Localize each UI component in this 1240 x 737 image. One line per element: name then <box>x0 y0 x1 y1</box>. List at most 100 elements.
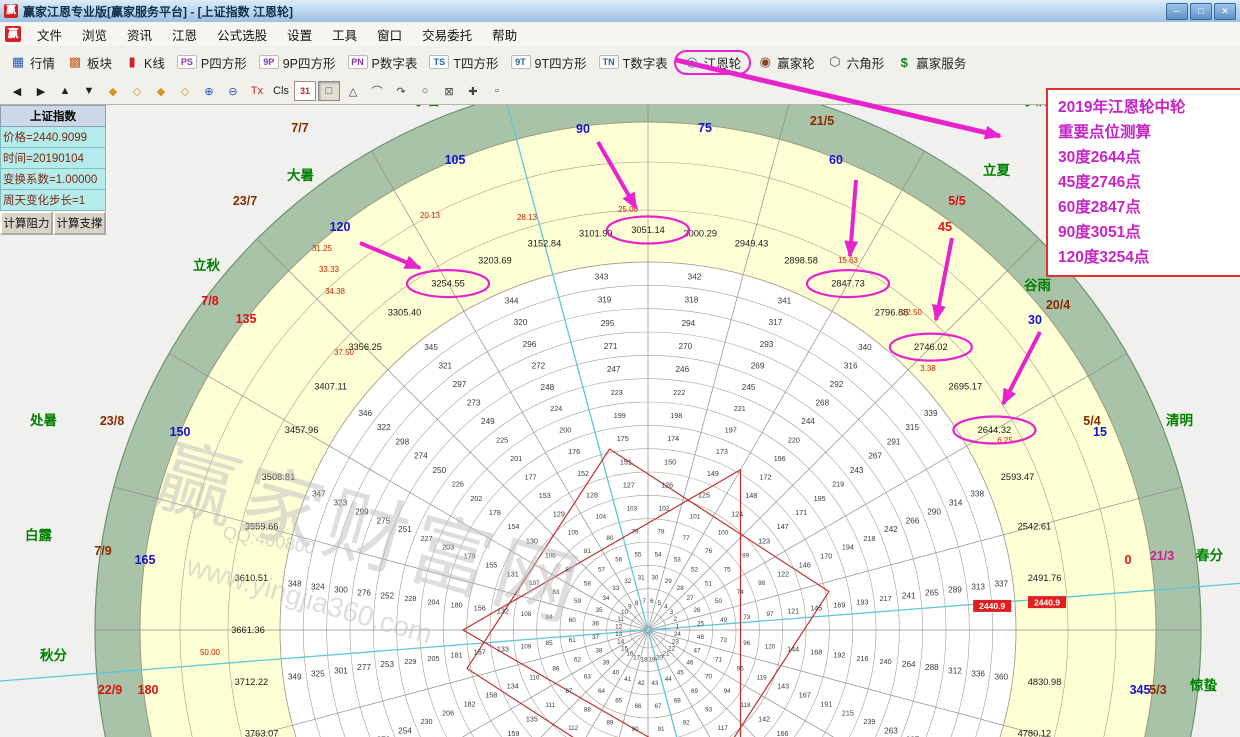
svg-text:8: 8 <box>635 600 639 607</box>
svg-text:228: 228 <box>404 594 416 603</box>
drawtool-text-tool[interactable]: Tx <box>246 81 268 101</box>
svg-text:202: 202 <box>470 494 482 503</box>
svg-text:55: 55 <box>635 552 643 559</box>
toolbar-p-table[interactable]: PNP数字表 <box>342 50 424 75</box>
svg-text:3203.69: 3203.69 <box>478 255 512 265</box>
winner-service-icon: $ <box>896 55 912 70</box>
drawtool-diamond-1[interactable]: ◆ <box>102 81 124 101</box>
svg-text:3051.14: 3051.14 <box>631 225 665 235</box>
svg-text:120: 120 <box>330 220 351 234</box>
svg-text:12.50: 12.50 <box>902 308 923 317</box>
svg-text:21/5: 21/5 <box>810 114 834 128</box>
drawtool-triangle-tool[interactable]: △ <box>342 81 364 101</box>
svg-text:37.50: 37.50 <box>334 348 355 357</box>
calc-support-button[interactable]: 计算支撑 <box>53 211 106 235</box>
menu-item-7[interactable]: 窗口 <box>367 22 412 47</box>
toolbar-p-square[interactable]: PSP四方形 <box>171 50 253 75</box>
svg-text:263: 263 <box>884 727 898 736</box>
svg-text:69: 69 <box>691 688 699 695</box>
drawtool-boxx-tool[interactable]: ⊠ <box>438 81 460 101</box>
drawtool-rect-tool[interactable]: □ <box>318 81 340 101</box>
9t-square-label: 9T四方形 <box>535 53 587 72</box>
quotes-label: 行情 <box>30 53 55 72</box>
toolbar-t-square[interactable]: TST四方形 <box>423 50 504 75</box>
svg-text:2440.9: 2440.9 <box>979 601 1005 611</box>
svg-text:218: 218 <box>863 534 875 543</box>
toolbar-sectors[interactable]: ▩板块 <box>61 50 118 75</box>
svg-text:250: 250 <box>433 466 447 475</box>
svg-text:44: 44 <box>665 676 673 683</box>
close-button[interactable]: ✕ <box>1214 3 1236 20</box>
drawtool-cross-tool[interactable]: ✚ <box>462 81 484 101</box>
toolbar-kline[interactable]: ▮K线 <box>118 50 171 75</box>
svg-text:276: 276 <box>357 588 371 597</box>
maximize-button[interactable]: □ <box>1190 3 1212 20</box>
svg-text:2949.43: 2949.43 <box>735 239 769 249</box>
toolbar-t-table[interactable]: TNT数字表 <box>593 50 674 75</box>
drawtool-nav-down[interactable]: ▼ <box>78 81 100 101</box>
svg-text:春分: 春分 <box>1195 547 1224 563</box>
menu-item-3[interactable]: 江恩 <box>162 22 207 47</box>
svg-text:169: 169 <box>833 600 845 609</box>
toolbar-gann-wheel[interactable]: ◎江恩轮 <box>674 50 752 75</box>
svg-text:150: 150 <box>664 457 676 466</box>
drawtool-nav-left[interactable]: ◀ <box>6 81 28 101</box>
drawtool-rotate-tool[interactable]: ↷ <box>390 81 412 101</box>
minimize-button[interactable]: ─ <box>1166 3 1188 20</box>
menu-item-0[interactable]: 文件 <box>27 22 72 47</box>
toolbar-winner-wheel[interactable]: ◉赢家轮 <box>751 50 821 75</box>
toolbar-quotes[interactable]: ▦行情 <box>4 50 61 75</box>
svg-text:22/9: 22/9 <box>98 683 122 697</box>
toolbar-9p-square[interactable]: 9P9P四方形 <box>253 50 342 75</box>
drawtool-select-tool[interactable]: ▫ <box>486 81 508 101</box>
svg-text:74: 74 <box>737 589 745 596</box>
menu-item-1[interactable]: 浏览 <box>72 22 117 47</box>
menu-item-9[interactable]: 帮助 <box>482 22 527 47</box>
svg-text:4780.12: 4780.12 <box>1018 729 1052 737</box>
svg-text:264: 264 <box>902 660 916 669</box>
svg-text:92: 92 <box>683 719 691 726</box>
toolbar-9t-square[interactable]: 9T9T四方形 <box>505 50 593 75</box>
svg-text:343: 343 <box>595 273 609 282</box>
svg-text:157: 157 <box>474 648 486 657</box>
drawtool-zoom-out[interactable]: ⊖ <box>222 81 244 101</box>
svg-text:249: 249 <box>481 417 495 426</box>
calc-resistance-button[interactable]: 计算阻力 <box>0 211 53 235</box>
svg-text:34.38: 34.38 <box>325 287 346 296</box>
drawtool-circle-tool[interactable]: ○ <box>414 81 436 101</box>
toolbar-winner-service[interactable]: $赢家服务 <box>890 50 972 75</box>
menu-item-4[interactable]: 公式选股 <box>207 22 277 47</box>
svg-text:123: 123 <box>758 536 770 545</box>
menu-item-2[interactable]: 资讯 <box>117 22 162 47</box>
svg-text:76: 76 <box>705 548 713 555</box>
svg-text:立秋: 立秋 <box>193 257 220 273</box>
svg-text:28.13: 28.13 <box>517 213 538 222</box>
svg-text:20/4: 20/4 <box>1046 298 1070 312</box>
drawtool-zoom-in[interactable]: ⊕ <box>198 81 220 101</box>
drawtool-nav-up[interactable]: ▲ <box>54 81 76 101</box>
svg-text:50: 50 <box>715 598 723 605</box>
drawtool-diamond-2[interactable]: ◇ <box>126 81 148 101</box>
drawtool-diamond-4[interactable]: ◇ <box>174 81 196 101</box>
drawtool-nav-right[interactable]: ▶ <box>30 81 52 101</box>
menu-item-5[interactable]: 设置 <box>277 22 322 47</box>
menu-item-6[interactable]: 工具 <box>322 22 367 47</box>
svg-text:70: 70 <box>705 674 713 681</box>
drawtool-calendar[interactable]: 31 <box>294 81 316 101</box>
index-name: 上证指数 <box>0 105 106 127</box>
drawtool-diamond-3[interactable]: ◆ <box>150 81 172 101</box>
menu-item-8[interactable]: 交易委托 <box>412 22 482 47</box>
svg-text:294: 294 <box>682 319 696 328</box>
svg-text:27: 27 <box>687 595 695 602</box>
toolbar-hexagon[interactable]: ⬡六角形 <box>821 50 891 75</box>
svg-text:221: 221 <box>734 404 746 413</box>
svg-text:67: 67 <box>654 703 662 710</box>
svg-text:26: 26 <box>693 607 701 614</box>
drawtool-arc-tool[interactable]: ⌒ <box>366 81 388 101</box>
svg-text:223: 223 <box>611 388 623 397</box>
svg-text:97: 97 <box>766 611 774 618</box>
svg-text:191: 191 <box>820 699 832 708</box>
svg-text:31: 31 <box>638 575 646 582</box>
drawtool-clear-tool[interactable]: Cls <box>270 81 292 101</box>
svg-text:120: 120 <box>765 643 776 650</box>
